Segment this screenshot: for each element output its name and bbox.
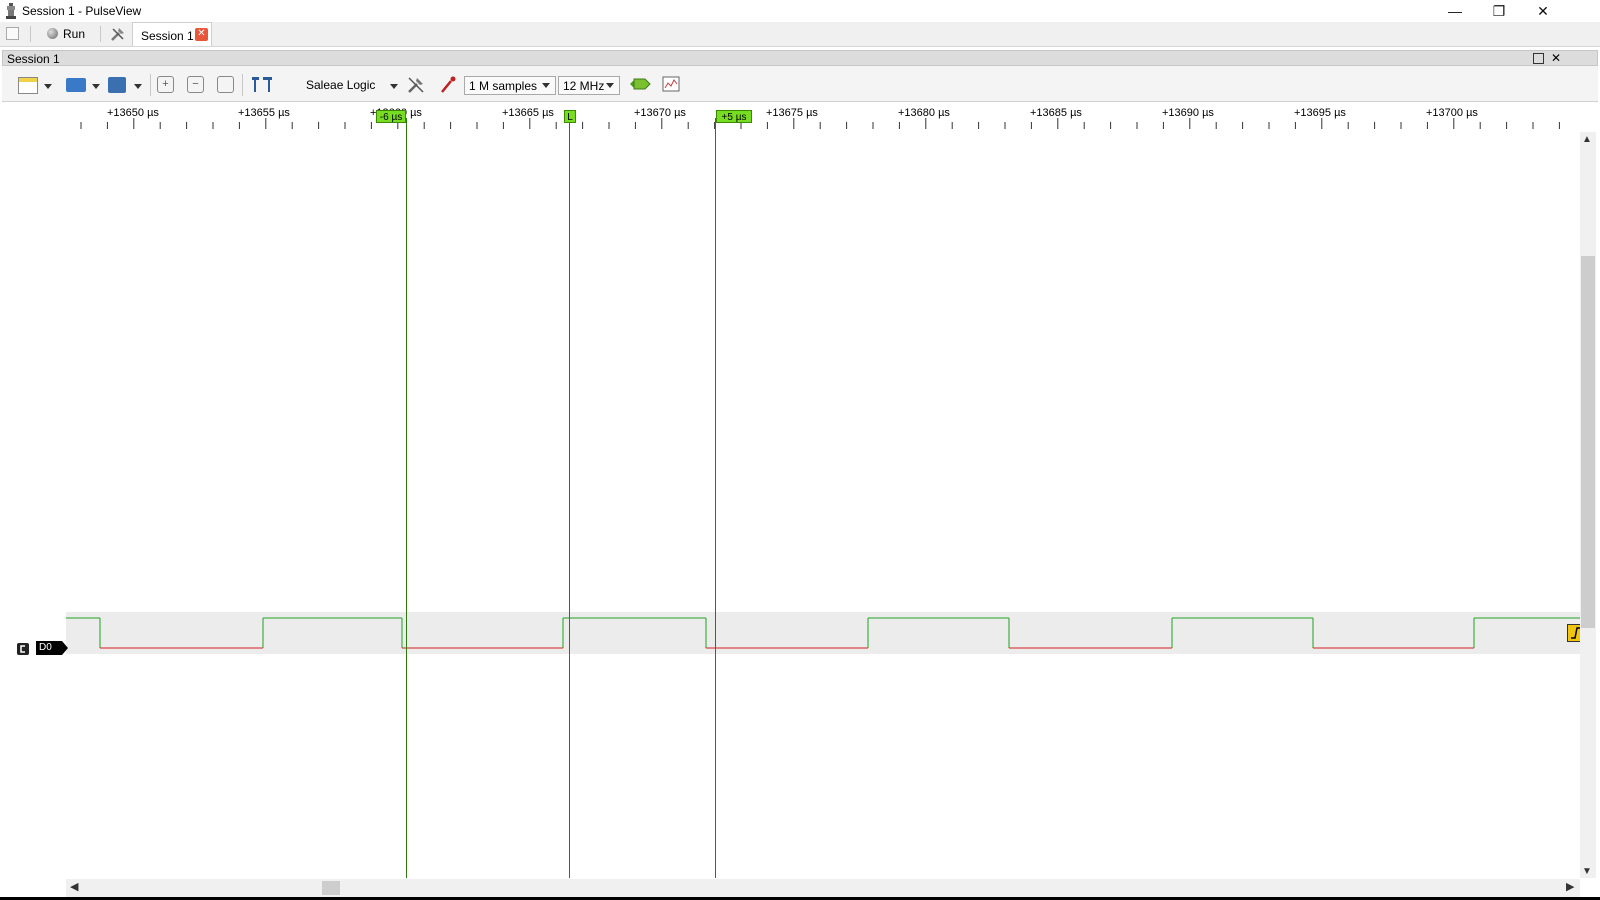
title-bar: Session 1 - PulseView — ❐ ✕ bbox=[0, 0, 1600, 22]
cursor-center-flag[interactable]: L bbox=[564, 110, 576, 123]
save-icon bbox=[108, 77, 126, 93]
close-window-button[interactable]: ✕ bbox=[1520, 0, 1566, 22]
ruler-tick-label: +13690 µs bbox=[1162, 107, 1214, 119]
restore-icon: ❐ bbox=[1492, 3, 1506, 19]
trace-view[interactable] bbox=[66, 132, 1580, 878]
device-name: Saleae Logic bbox=[306, 78, 376, 92]
time-ruler[interactable]: +13650 µs +13655 µs +13660 µs +13665 µs … bbox=[66, 102, 1580, 132]
ruler-tick-label: +13665 µs bbox=[502, 107, 554, 119]
settings-tools-icon[interactable] bbox=[110, 26, 126, 42]
cursor-line-right[interactable] bbox=[715, 118, 716, 878]
new-session-button[interactable] bbox=[16, 74, 52, 96]
float-panel-icon[interactable] bbox=[1533, 53, 1544, 64]
ruler-tick-label: +13695 µs bbox=[1294, 107, 1346, 119]
ruler-ticks bbox=[80, 118, 1560, 129]
close-icon: ✕ bbox=[1537, 3, 1549, 19]
new-session-icon bbox=[18, 77, 38, 94]
new-document-icon[interactable] bbox=[6, 27, 19, 40]
chevron-down-icon bbox=[134, 84, 142, 89]
zoom-out-icon[interactable]: − bbox=[187, 76, 204, 93]
scroll-left-icon[interactable]: ◀ bbox=[70, 880, 78, 893]
show-cursors-icon[interactable] bbox=[250, 75, 274, 93]
sample-rate-value: 12 MHz bbox=[563, 79, 605, 93]
save-file-button[interactable] bbox=[106, 74, 142, 96]
cursor-right-flag[interactable]: +5 µs bbox=[716, 110, 752, 123]
horizontal-scrollbar[interactable] bbox=[66, 879, 1580, 897]
horizontal-scroll-thumb[interactable] bbox=[322, 881, 340, 895]
divider bbox=[30, 26, 31, 42]
zoom-fit-icon[interactable] bbox=[217, 76, 234, 93]
scroll-up-icon[interactable]: ▲ bbox=[1582, 134, 1592, 145]
scroll-down-icon[interactable]: ▼ bbox=[1582, 866, 1592, 877]
device-selector[interactable]: Saleae Logic bbox=[300, 74, 402, 96]
ruler-tick-label: +13655 µs bbox=[238, 107, 290, 119]
pulseview-app-icon bbox=[6, 3, 16, 19]
window-title: Session 1 - PulseView bbox=[22, 4, 142, 18]
open-file-button[interactable] bbox=[64, 74, 100, 96]
ruler-tick-label: +13700 µs bbox=[1426, 107, 1478, 119]
chevron-down-icon bbox=[390, 84, 398, 89]
channel-config-icon[interactable] bbox=[16, 642, 30, 656]
vertical-scroll-thumb[interactable] bbox=[1581, 256, 1595, 628]
probe-icon[interactable] bbox=[438, 75, 458, 95]
run-label: Run bbox=[63, 27, 86, 41]
session-toolbar: + − Saleae Logic 1 M samples 12 MHz bbox=[2, 66, 1598, 102]
channel-header-area bbox=[0, 102, 66, 878]
math-channel-icon[interactable] bbox=[662, 75, 680, 93]
chevron-down-icon bbox=[92, 84, 100, 89]
chevron-down-icon bbox=[44, 84, 52, 89]
close-tab-icon[interactable]: ✕ bbox=[195, 28, 208, 41]
minimize-button[interactable]: — bbox=[1432, 0, 1478, 22]
session-panel-title: Session 1 bbox=[7, 52, 60, 66]
tab-session-label: Session 1 bbox=[141, 29, 194, 43]
sample-rate-select[interactable]: 12 MHz bbox=[558, 76, 620, 95]
channel-arrow-icon bbox=[62, 641, 68, 655]
sample-count-select[interactable]: 1 M samples bbox=[464, 76, 556, 95]
ruler-tick-label: +13670 µs bbox=[634, 107, 686, 119]
ruler-tick-label: +13680 µs bbox=[898, 107, 950, 119]
sample-count-value: 1 M samples bbox=[469, 79, 538, 93]
divider bbox=[150, 74, 151, 96]
channel-label-d0[interactable]: D0 bbox=[36, 641, 62, 655]
cursor-left-flag[interactable]: -6 µs bbox=[376, 110, 406, 123]
run-button[interactable]: Run bbox=[44, 24, 90, 44]
cursor-line-center[interactable] bbox=[569, 118, 570, 878]
ruler-tick-label: +13685 µs bbox=[1030, 107, 1082, 119]
open-folder-icon bbox=[66, 78, 86, 92]
chevron-down-icon bbox=[542, 83, 550, 88]
divider bbox=[242, 74, 243, 96]
ruler-tick-label: +13675 µs bbox=[766, 107, 818, 119]
add-decoder-icon[interactable] bbox=[629, 76, 651, 92]
chevron-down-icon bbox=[606, 83, 614, 88]
d0-waveform bbox=[66, 617, 1580, 649]
divider bbox=[100, 26, 101, 42]
minimize-icon: — bbox=[1448, 3, 1462, 19]
scroll-right-icon[interactable]: ▶ bbox=[1566, 880, 1574, 893]
ruler-tick-label: +13650 µs bbox=[107, 107, 159, 119]
cursor-line-left[interactable] bbox=[406, 118, 407, 878]
zoom-in-icon[interactable]: + bbox=[157, 76, 174, 93]
close-panel-icon[interactable]: ✕ bbox=[1551, 51, 1561, 65]
run-icon bbox=[47, 28, 58, 39]
tab-session-1[interactable]: Session 1 ✕ bbox=[132, 22, 212, 46]
restore-button[interactable]: ❐ bbox=[1476, 0, 1522, 22]
main-tab-bar: Run Session 1 ✕ bbox=[0, 22, 1600, 47]
configure-device-icon[interactable] bbox=[406, 75, 426, 95]
session-panel-header: Session 1 ✕ bbox=[2, 50, 1598, 66]
